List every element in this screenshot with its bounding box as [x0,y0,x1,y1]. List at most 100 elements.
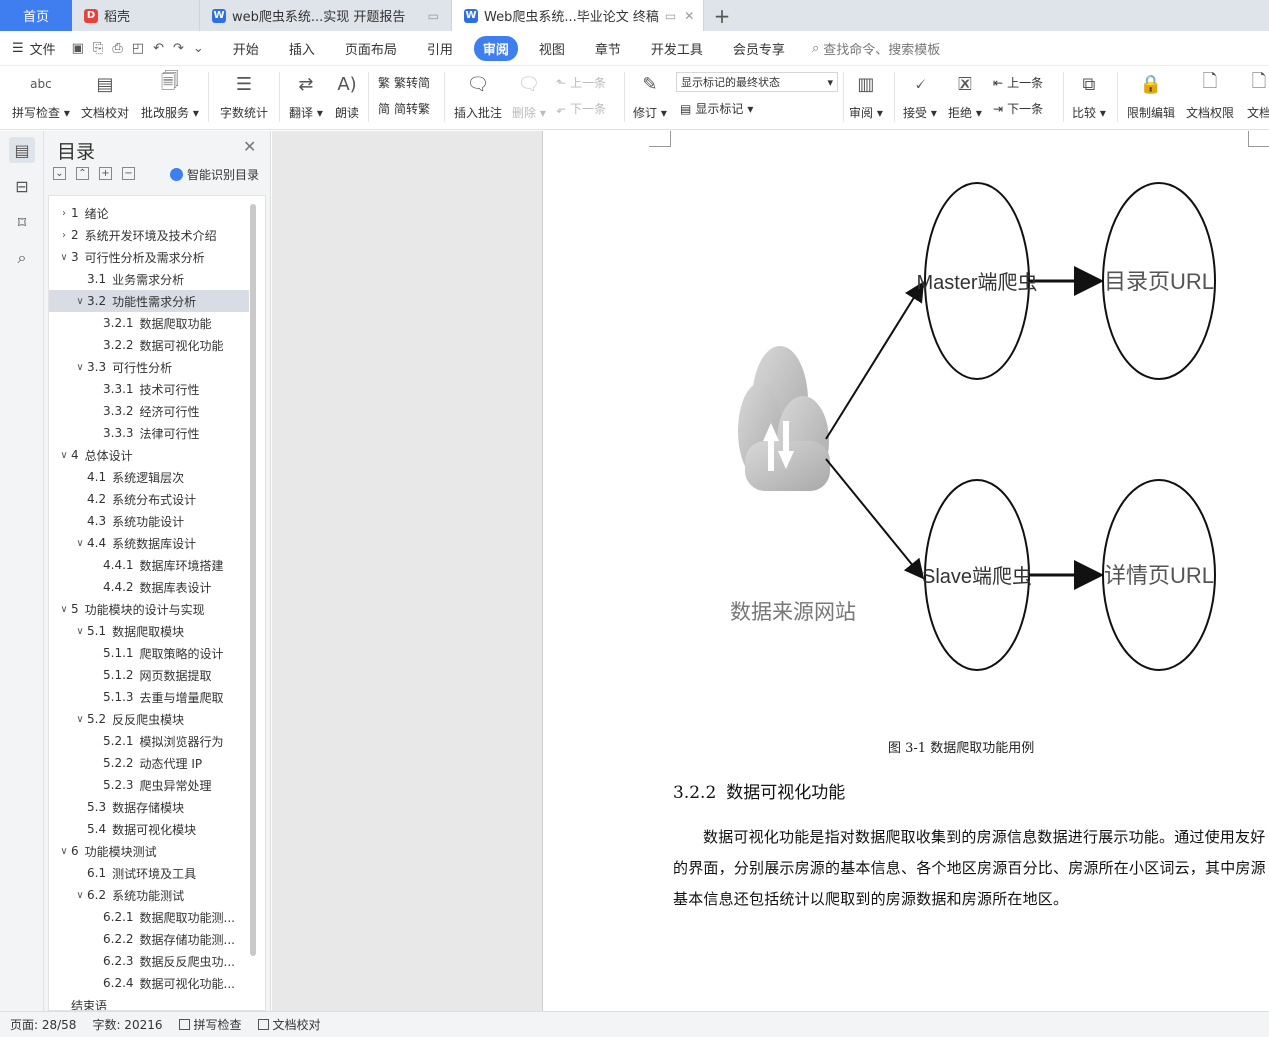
page-indicator[interactable]: 页面: 28/58 [10,1016,76,1033]
toc-item[interactable]: 5.2.1 模拟浏览器行为 [49,730,249,752]
close-icon[interactable]: ✕ [243,137,256,156]
word-count-button[interactable]: ☰ 字数统计 [220,70,268,121]
doc-proofread-button[interactable]: ▤ 文档校对 [81,70,129,121]
toc-item[interactable]: 4.4.1 数据库环境搭建 [49,554,249,576]
simp-to-trad-button[interactable]: 简简转繁 [378,100,430,117]
command-search[interactable]: ⌕ 查找命令、搜索模板 [812,39,940,58]
toc-item[interactable]: 3.3.3 法律可行性 [49,422,249,444]
trad-to-simp-button[interactable]: 繁繁转简 [378,74,430,91]
spell-check-button[interactable]: abc 拼写检查 ▾ [12,70,70,121]
toc-item[interactable]: ∨ 5.2 反反爬虫模块 [49,708,249,730]
toc-item[interactable]: ∨ 4.4 系统数据库设计 [49,532,249,554]
chevron-down-icon[interactable]: ∨ [73,626,87,637]
toc-item[interactable]: 5.2.3 爬虫异常处理 [49,774,249,796]
toc-item[interactable]: ∨ 3 可行性分析及需求分析 [49,246,249,268]
toc-item[interactable]: ∨ 6.2 系统功能测试 [49,884,249,906]
accept-button[interactable]: 🗸 接受 ▾ [903,70,937,121]
toc-item[interactable]: 3.2.2 数据可视化功能 [49,334,249,356]
chevron-down-icon[interactable]: ∨ [73,296,87,307]
tab-doc-proposal[interactable]: W web爬虫系统...实现 开题报告 ▭ [200,0,452,31]
toc-item[interactable]: 4.2 系统分布式设计 [49,488,249,510]
toc-scrollbar[interactable] [250,204,256,956]
track-changes-button[interactable]: ✎ 修订 ▾ [633,70,667,121]
batch-service-button[interactable]: 🗐 批改服务 ▾ [141,70,199,121]
file-menu[interactable]: ☰ 文件 [12,39,56,58]
toc-pane-icon[interactable]: ▤ [9,137,35,163]
menu-home[interactable]: 开始 [224,36,268,61]
status-spell-check[interactable]: 拼写检查 [178,1016,242,1033]
menu-insert[interactable]: 插入 [280,36,324,61]
doc-more-button[interactable]: 🗋 文档 [1246,70,1269,121]
search-icon[interactable]: ⌕ [9,245,35,271]
toc-item[interactable]: ∨ 4 总体设计 [49,444,249,466]
toc-item[interactable]: 5.1.3 去重与增量爬取 [49,686,249,708]
markup-state-select[interactable]: 显示标记的最终状态 ▾ [676,72,838,92]
menu-references[interactable]: 引用 [418,36,462,61]
toc-item[interactable]: › 1 绪论 [49,202,249,224]
tab-docer[interactable]: D 稻壳 [72,0,200,31]
toc-item[interactable]: ∨ 3.3 可行性分析 [49,356,249,378]
menu-section[interactable]: 章节 [586,36,630,61]
tab-close-icon[interactable]: ✕ [684,9,694,23]
collapse-all-icon[interactable]: ⌃ [76,167,89,180]
toc-item[interactable]: 6.2.2 数据存储功能测... [49,928,249,950]
tab-pin-icon[interactable]: ▭ [665,9,676,23]
print-preview-icon[interactable]: ◰ [132,41,144,56]
chevron-down-icon[interactable]: ∨ [57,846,71,857]
chevron-down-icon[interactable]: ∨ [57,252,71,263]
chevron-down-icon[interactable]: ∨ [73,890,87,901]
toc-item[interactable]: 5.1.2 网页数据提取 [49,664,249,686]
prev-comment-button[interactable]: ⬑ 上一条 [556,74,606,91]
toc-item[interactable]: 6.2.4 数据可视化功能... [49,972,249,994]
chevron-down-icon[interactable]: ∨ [57,604,71,615]
toc-item[interactable]: 4.1 系统逻辑层次 [49,466,249,488]
tab-home[interactable]: 首页 [0,0,72,31]
prev-change-button[interactable]: ⇤ 上一条 [993,74,1043,91]
compare-button[interactable]: ⧉ 比较 ▾ [1072,70,1106,121]
print-icon[interactable]: ⎙ [112,41,122,56]
new-tab-button[interactable]: + [704,0,740,31]
translate-button[interactable]: ⇄ 翻译 ▾ [289,70,323,121]
toc-item[interactable]: 结束语 [49,994,249,1011]
delete-comment-button[interactable]: 🗨 删除 ▾ [512,70,546,121]
chevron-down-icon[interactable]: ∨ [73,362,87,373]
tab-pin-icon[interactable]: ▭ [428,9,439,23]
save-icon[interactable]: ▣ [72,41,84,56]
next-change-button[interactable]: ⇥ 下一条 [993,100,1043,117]
read-aloud-button[interactable]: A) 朗读 [334,70,360,121]
menu-review[interactable]: 审阅 [473,35,518,61]
chapter-pane-icon[interactable]: ⊟ [9,173,35,199]
chevron-down-icon[interactable]: ∨ [73,714,87,725]
output-icon[interactable]: ⎘ [93,41,103,56]
doc-permission-button[interactable]: 🗋 文档权限 [1186,70,1234,121]
next-comment-button[interactable]: ⬐ 下一条 [556,100,606,117]
add-heading-icon[interactable]: + [99,167,112,180]
toc-item[interactable]: ∨ 3.2 功能性需求分析 [49,290,249,312]
menu-developer[interactable]: 开发工具 [642,36,712,61]
toc-item[interactable]: 3.2.1 数据爬取功能 [49,312,249,334]
toc-item[interactable]: › 2 系统开发环境及技术介绍 [49,224,249,246]
insert-comment-button[interactable]: 🗨 插入批注 [454,70,502,121]
toc-item[interactable]: 5.4 数据可视化模块 [49,818,249,840]
toc-item[interactable]: 6.2.1 数据爬取功能测... [49,906,249,928]
chevron-down-icon[interactable]: ∨ [73,538,87,549]
toc-item[interactable]: 6.1 测试环境及工具 [49,862,249,884]
expand-all-icon[interactable]: ⌄ [53,167,66,180]
toc-item[interactable]: 5.1.1 爬取策略的设计 [49,642,249,664]
restrict-editing-button[interactable]: 🔒 限制编辑 [1127,70,1175,121]
menu-page-layout[interactable]: 页面布局 [336,36,406,61]
chevron-down-icon[interactable]: ∨ [57,450,71,461]
menu-view[interactable]: 视图 [530,36,574,61]
toc-item[interactable]: 3.1 业务需求分析 [49,268,249,290]
status-proofread[interactable]: 文档校对 [257,1016,321,1033]
toc-item[interactable]: 5.2.2 动态代理 IP [49,752,249,774]
toc-item[interactable]: ∨ 6 功能模块测试 [49,840,249,862]
toc-item[interactable]: 6.2.3 数据反反爬虫功... [49,950,249,972]
undo-icon[interactable]: ↶ [153,41,164,56]
show-markup-button[interactable]: ▤ 显示标记 ▾ [680,100,753,117]
document-canvas[interactable]: Master端爬虫 目录页URL Slave端爬虫 详情页URL 数据来源网站 … [272,131,1269,1011]
toc-item[interactable]: 3.3.1 技术可行性 [49,378,249,400]
chevron-right-icon[interactable]: › [57,208,71,219]
smart-toc-button[interactable]: 智能识别目录 [170,166,259,183]
toc-item[interactable]: ∨ 5 功能模块的设计与实现 [49,598,249,620]
